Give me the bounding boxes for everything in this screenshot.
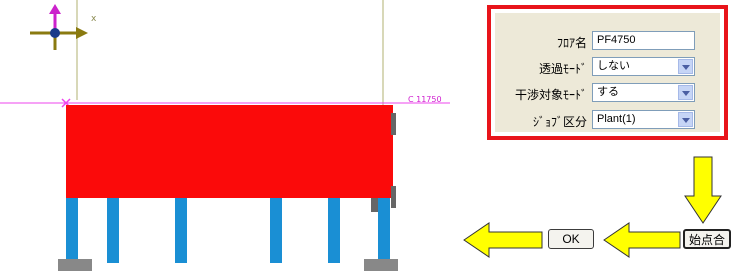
base-left [58, 259, 92, 271]
interference-mode-value: する [597, 86, 619, 98]
ok-button[interactable]: OK [548, 229, 594, 249]
cad-drawing [0, 0, 450, 271]
axis-gizmo [30, 4, 88, 50]
chevron-down-icon[interactable] [678, 112, 693, 127]
transparency-mode-select[interactable]: しない [592, 57, 695, 76]
pillar [270, 198, 282, 263]
arrow-left-icon [463, 222, 543, 258]
chevron-down-icon[interactable] [678, 59, 693, 74]
row-job-category: ｼﾞｮﾌﾞ区分 Plant(1) [495, 110, 720, 130]
pillar [107, 198, 119, 263]
pillar [175, 198, 187, 263]
job-category-value: Plant(1) [597, 113, 636, 125]
floor-slab [66, 105, 393, 198]
interference-mode-label: 干渉対象ﾓｰﾄﾞ [514, 88, 587, 102]
transparency-mode-value: しない [597, 60, 630, 72]
job-category-label: ｼﾞｮﾌﾞ区分 [532, 115, 587, 129]
row-floor-name: ﾌﾛｱ名 PF4750 [495, 31, 720, 51]
row-interference-mode: 干渉対象ﾓｰﾄﾞ する [495, 83, 720, 103]
job-category-select[interactable]: Plant(1) [592, 110, 695, 129]
chevron-down-icon[interactable] [678, 85, 693, 100]
floor-name-input[interactable]: PF4750 [592, 31, 695, 50]
interference-mode-select[interactable]: する [592, 83, 695, 102]
pillar [66, 198, 78, 263]
arrow-left-icon [603, 222, 681, 258]
pillars [66, 198, 390, 263]
axis-x-label: x [91, 14, 97, 24]
transparency-mode-label: 透過ﾓｰﾄﾞ [538, 62, 587, 76]
floor-settings-panel: ﾌﾛｱ名 PF4750 透過ﾓｰﾄﾞ しない 干渉対象ﾓｰﾄﾞ する ｼﾞｮﾌﾞ… [487, 5, 728, 140]
pillar [328, 198, 340, 263]
pillar [378, 198, 390, 263]
arrow-down-icon [684, 156, 722, 224]
start-point-button[interactable]: 始点合 [683, 229, 731, 249]
cad-canvas[interactable]: x C 11750 [0, 0, 450, 271]
level-label: C 11750 [408, 95, 442, 104]
panel-body: ﾌﾛｱ名 PF4750 透過ﾓｰﾄﾞ しない 干渉対象ﾓｰﾄﾞ する ｼﾞｮﾌﾞ… [495, 13, 720, 132]
floor-name-label: ﾌﾛｱ名 [556, 36, 587, 50]
base-right [364, 259, 398, 271]
row-transparency-mode: 透過ﾓｰﾄﾞ しない [495, 57, 720, 77]
